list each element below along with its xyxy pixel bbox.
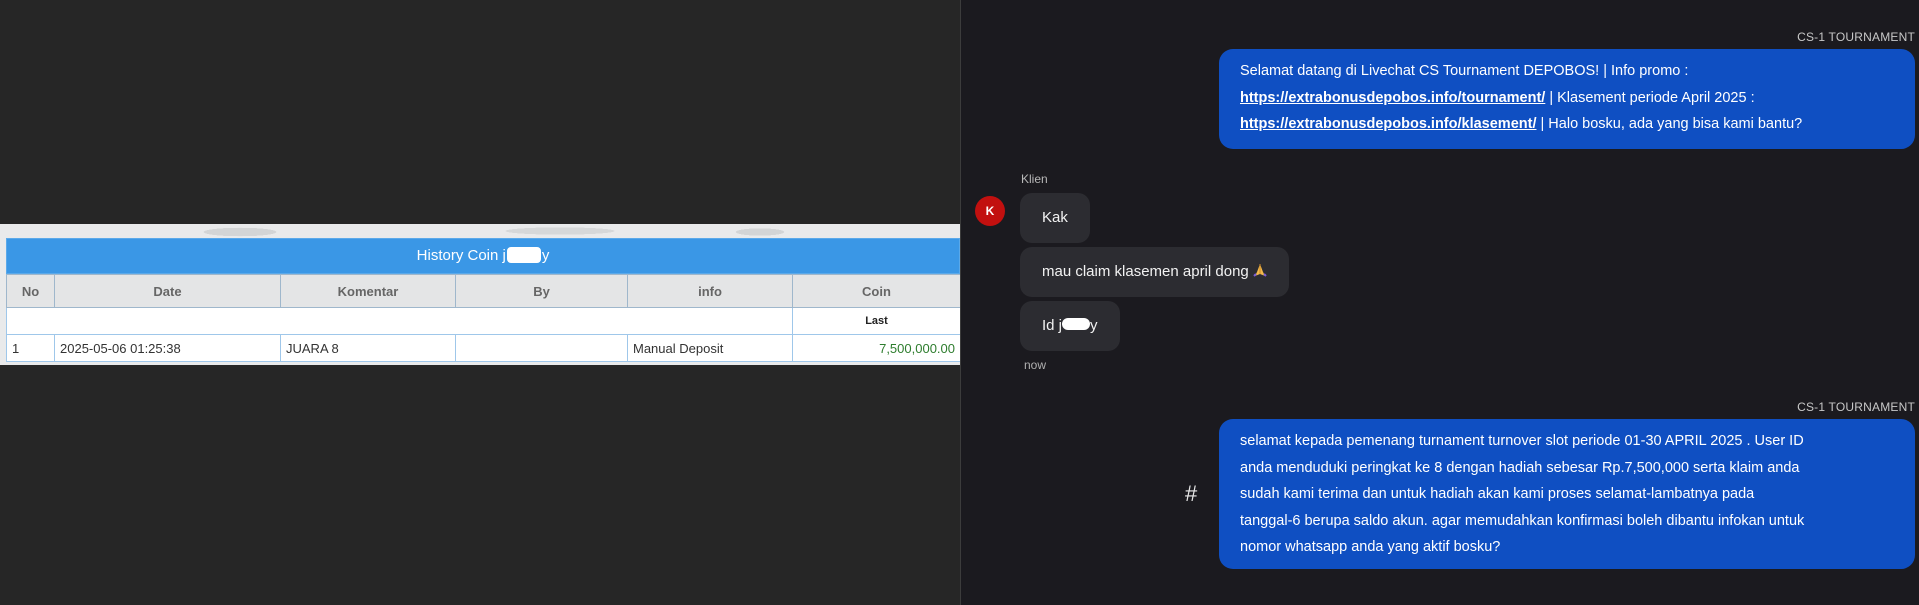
reply-line-4: tanggal-6 berupa saldo akun. agar memuda… [1240,512,1805,529]
cell-no: 1 [6,334,55,362]
cell-komentar: JUARA 8 [280,334,456,362]
welcome-text-2: | Klasement periode April 2025 : [1545,89,1755,106]
history-table-card: History Coin j y No Date Komentar By info… [0,224,960,365]
decorative-texture [0,224,960,238]
redacted-name [506,247,541,263]
cell-by [455,334,628,362]
klasement-link[interactable]: https://extrabonusdepobos.info/klasement… [1240,116,1536,132]
reply-line-3: sudah kami terima dan untuk hadiah akan … [1240,486,1755,502]
reply-line-5: nomor whatsapp anda yang aktif bosku? [1240,539,1501,555]
table-title-prefix: History Coin j [416,247,506,264]
redacted-id [1062,318,1091,330]
reply-line-2: anda menduduki peringkat ke 8 dengan had… [1240,459,1800,476]
left-panel: History Coin j y No Date Komentar By info… [0,0,960,605]
agent-name-label: CS-1 TOURNAMENT [1797,30,1915,44]
client-message-2: mau claim klasemen april dong [1020,247,1289,297]
table-row: 1 2025-05-06 01:25:38 JUARA 8 Manual Dep… [6,334,960,362]
col-header-coin[interactable]: Coin [792,274,960,308]
history-grid: No Date Komentar By info Coin Last 1 202… [6,274,960,362]
agent-welcome-bubble: Selamat datang di Livechat CS Tournament… [1219,49,1915,149]
message-timestamp: now [1024,358,1047,372]
tournament-link[interactable]: https://extrabonusdepobos.info/tournamen… [1240,90,1545,106]
header-row: No Date Komentar By info Coin [6,274,960,308]
client-message-2-text: mau claim klasemen april dong [1042,263,1249,280]
cell-date: 2025-05-06 01:25:38 [54,334,281,362]
last-row: Last [6,307,960,335]
avatar-icon: K [975,196,1005,226]
table-title: History Coin j y [6,238,960,274]
welcome-text-1: Selamat datang di Livechat CS Tournament… [1240,63,1689,79]
col-header-date[interactable]: Date [54,274,281,308]
client-name-label: Klien [1021,172,1048,186]
reply-line-1: selamat kepada pemenang turnament turnov… [1240,433,1804,449]
table-title-suffix: y [541,247,550,264]
cell-coin: 7,500,000.00 [792,334,960,362]
col-header-by[interactable]: By [455,274,628,308]
client-message-1: Kak [1020,193,1090,243]
last-label: Last [792,307,960,335]
client-message-3-suffix: y [1090,317,1098,334]
cell-info: Manual Deposit [627,334,793,362]
last-row-spacer [6,307,793,335]
client-message-3: Id j y [1020,301,1120,351]
pray-emoji-icon [1253,264,1267,277]
chat-panel: CS-1 TOURNAMENT Selamat datang di Livech… [961,0,1919,605]
history-coin-table: History Coin j y No Date Komentar By info… [6,238,960,362]
col-header-info[interactable]: info [627,274,793,308]
col-header-komentar[interactable]: Komentar [280,274,456,308]
agent-reply-bubble: selamat kepada pemenang turnament turnov… [1219,419,1915,569]
agent-name-label-2: CS-1 TOURNAMENT [1797,400,1915,414]
client-message-3-prefix: Id j [1042,317,1063,334]
welcome-text-3: | Halo bosku, ada yang bisa kami bantu? [1536,116,1803,132]
hash-icon[interactable]: # [1185,481,1197,507]
col-header-no[interactable]: No [6,274,55,308]
